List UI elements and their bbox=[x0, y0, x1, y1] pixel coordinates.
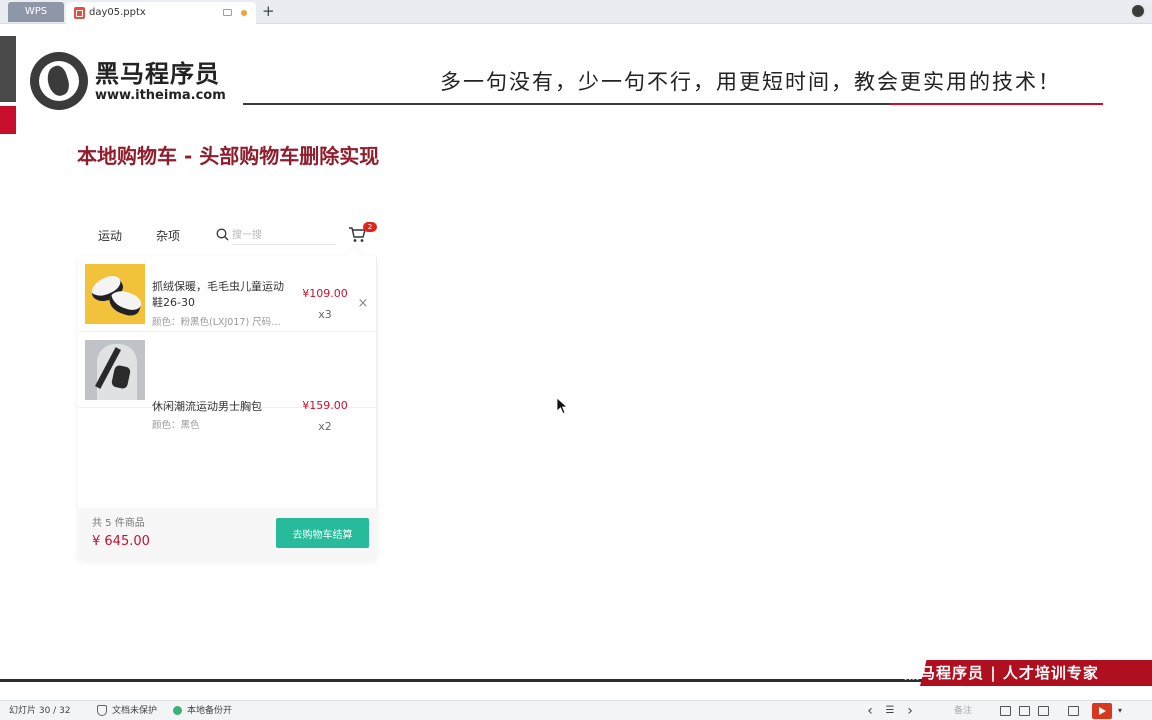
item-qty: x2 bbox=[318, 420, 332, 433]
horse-logo-icon bbox=[30, 52, 88, 110]
logo-url: www.itheima.com bbox=[95, 88, 226, 103]
status-bar: 幻灯片 30 / 32 文档未保护 本地备份开 ‹ ☰ › 备注 ▾ bbox=[0, 700, 1152, 720]
unsaved-dot-icon bbox=[241, 10, 247, 16]
item-price: ¥109.00 bbox=[302, 287, 348, 300]
slide-left-accent bbox=[0, 106, 16, 134]
next-slide-button[interactable]: › bbox=[904, 704, 916, 718]
nav-item-misc[interactable]: 杂项 bbox=[156, 228, 180, 244]
brand-banner-text: 黑马程序员 | 人才培训专家 bbox=[904, 664, 1099, 682]
slogan: 多一句没有，少一句不行，用更短时间，教会更实用的技术！ bbox=[440, 70, 1061, 94]
normal-view-icon[interactable] bbox=[1000, 706, 1011, 716]
presenter-view-icon[interactable] bbox=[1068, 706, 1079, 716]
checkout-button[interactable]: 去购物车结算 bbox=[276, 518, 369, 548]
search-icon[interactable] bbox=[216, 228, 229, 241]
outline-button[interactable]: ☰ bbox=[883, 704, 897, 718]
product-thumbnail[interactable] bbox=[85, 264, 145, 324]
nav-item-sports[interactable]: 运动 bbox=[98, 228, 122, 244]
tab-document[interactable]: day05.pptx bbox=[66, 2, 256, 24]
shop-nav-bar: 运动 杂项 2 bbox=[80, 216, 377, 256]
play-slideshow-button[interactable] bbox=[1092, 703, 1112, 719]
slide-canvas: 黑马程序员 www.itheima.com 多一句没有，少一句不行，用更短时间，… bbox=[0, 36, 1152, 686]
new-tab-button[interactable]: + bbox=[262, 2, 275, 20]
notes-button[interactable]: 备注 bbox=[954, 705, 972, 717]
total-price: ¥ 645.00 bbox=[92, 534, 150, 549]
cart-dropdown: 抓绒保暖，毛毛虫儿童运动鞋26-30 颜色：粉黑色(LXJ017) 尺码：26 … bbox=[78, 247, 377, 560]
cart-count-badge: 2 bbox=[363, 222, 377, 232]
slide-left-strip bbox=[0, 36, 16, 102]
avatar[interactable] bbox=[1130, 3, 1146, 19]
tab-document-label: day05.pptx bbox=[89, 7, 146, 18]
total-count: 共 5 件商品 bbox=[92, 518, 145, 529]
play-options-icon[interactable]: ▾ bbox=[1116, 704, 1124, 718]
protect-status[interactable]: 文档未保护 bbox=[112, 705, 157, 717]
grid-view-icon[interactable] bbox=[1019, 706, 1030, 716]
page-title: 本地购物车 - 头部购物车删除实现 bbox=[77, 144, 380, 168]
backup-status[interactable]: 本地备份开 bbox=[187, 705, 232, 717]
shield-icon bbox=[97, 705, 107, 716]
logo-name: 黑马程序员 bbox=[95, 60, 220, 88]
delete-icon[interactable]: × bbox=[357, 297, 369, 310]
header-divider-accent bbox=[890, 103, 1103, 105]
item-attr: 颜色：粉黑色(LXJ017) 尺码：26 bbox=[152, 317, 282, 328]
tab-bar: WPS day05.pptx + bbox=[0, 0, 1152, 24]
reading-view-icon[interactable] bbox=[1038, 706, 1049, 716]
cart-item[interactable]: 休闲潮流运动男士胸包 颜色：黑色 ¥159.00 x2 bbox=[78, 332, 377, 433]
slide-counter: 幻灯片 30 / 32 bbox=[9, 706, 71, 716]
item-name[interactable]: 休闲潮流运动男士胸包 bbox=[152, 399, 290, 415]
search-input[interactable] bbox=[232, 227, 336, 245]
prev-slide-button[interactable]: ‹ bbox=[864, 704, 876, 718]
tab-wps[interactable]: WPS bbox=[8, 2, 64, 22]
cart-footer: 共 5 件商品 ¥ 645.00 去购物车结算 bbox=[78, 508, 377, 560]
monitor-icon[interactable] bbox=[223, 9, 232, 16]
backup-icon bbox=[173, 706, 182, 715]
item-attr: 颜色：黑色 bbox=[152, 420, 200, 431]
cart-item[interactable]: 抓绒保暖，毛毛虫儿童运动鞋26-30 颜色：粉黑色(LXJ017) 尺码：26 … bbox=[78, 256, 377, 332]
item-qty: x3 bbox=[318, 308, 332, 321]
item-name[interactable]: 抓绒保暖，毛毛虫儿童运动鞋26-30 bbox=[152, 279, 290, 311]
mouse-cursor-icon bbox=[556, 397, 568, 415]
presentation-file-icon bbox=[74, 7, 85, 19]
product-thumbnail[interactable] bbox=[85, 340, 145, 400]
item-price: ¥159.00 bbox=[302, 399, 348, 412]
